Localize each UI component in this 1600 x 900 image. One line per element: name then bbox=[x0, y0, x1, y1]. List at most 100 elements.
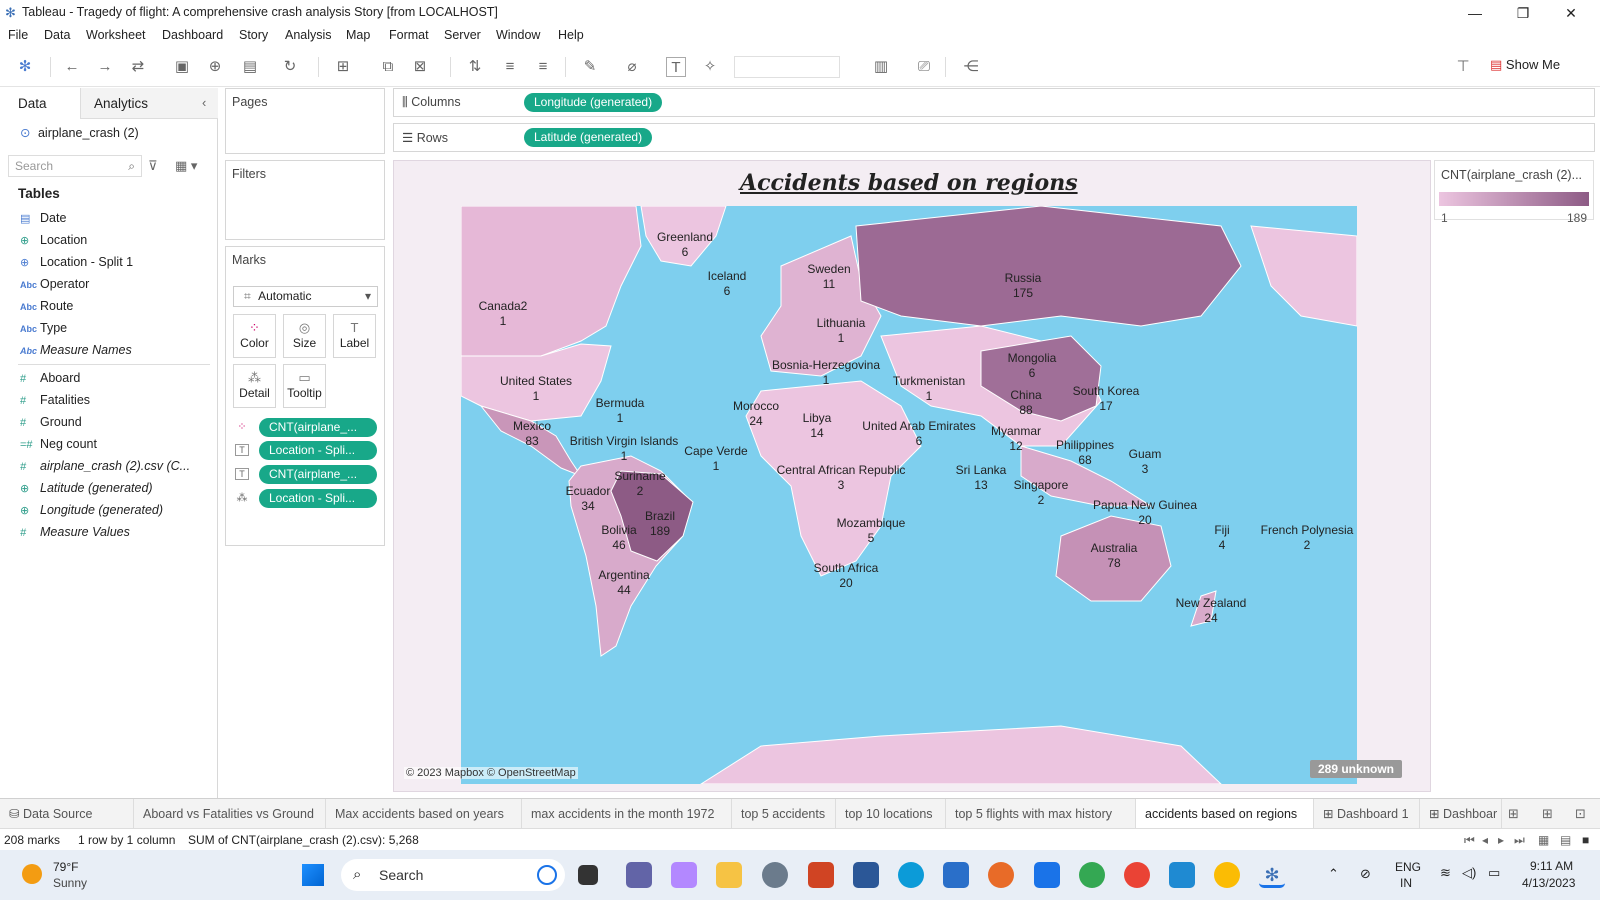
swap-rows-columns-icon[interactable]: ⇅ bbox=[465, 57, 485, 77]
tableau-taskbar-icon[interactable]: ✻ bbox=[1259, 862, 1285, 888]
chrome-icon[interactable] bbox=[1079, 862, 1105, 888]
menu-map[interactable]: Map bbox=[346, 28, 370, 42]
new-story-tab-icon[interactable]: ⊡ bbox=[1575, 806, 1586, 822]
chrome-profile-icon[interactable] bbox=[1124, 862, 1150, 888]
field-location-split[interactable]: ⊕ Location - Split 1 bbox=[20, 252, 133, 272]
color-legend[interactable]: CNT(airplane_crash (2)... 1 189 bbox=[1434, 160, 1594, 225]
firefox-icon[interactable] bbox=[988, 862, 1014, 888]
lang-primary[interactable]: ENG bbox=[1395, 860, 1421, 874]
mark-type-dropdown[interactable]: ⌗ Automatic ▾ bbox=[233, 286, 378, 307]
filmstrip-icon[interactable]: ▤ bbox=[1560, 833, 1571, 847]
task-view-icon[interactable] bbox=[578, 865, 598, 885]
highlight-icon[interactable]: ✎ bbox=[580, 57, 600, 77]
chrome-icon-2[interactable] bbox=[1214, 862, 1240, 888]
field-longitude[interactable]: ⊕ Longitude (generated) bbox=[20, 500, 163, 520]
tray-chevron-icon[interactable]: ⌃ bbox=[1328, 866, 1339, 882]
tableau-home-icon[interactable]: ✻ bbox=[15, 57, 35, 77]
show-mark-labels-icon[interactable]: T bbox=[666, 57, 686, 77]
field-location[interactable]: ⊕ Location bbox=[20, 230, 87, 250]
tab-analytics[interactable]: Analytics bbox=[80, 88, 218, 119]
new-dashboard-tab-icon[interactable]: ⊞ bbox=[1542, 806, 1553, 822]
fix-axes-icon[interactable]: ✧ bbox=[700, 57, 720, 77]
file-explorer-icon[interactable] bbox=[716, 862, 742, 888]
pause-updates-icon[interactable]: ▤ bbox=[240, 57, 260, 77]
color-button[interactable]: ⁘ Color bbox=[233, 314, 276, 358]
color-pill[interactable]: CNT(airplane_... bbox=[259, 418, 377, 437]
prev-sheet-icon[interactable]: ◂ bbox=[1482, 833, 1488, 847]
filters-card[interactable]: Filters bbox=[225, 160, 385, 240]
columns-shelf[interactable]: ⫼ Columns Longitude (generated) bbox=[393, 88, 1595, 117]
tab-top-10-locations[interactable]: top 10 locations bbox=[836, 799, 946, 829]
columns-pill[interactable]: Longitude (generated) bbox=[524, 93, 663, 112]
presentation-mode-icon[interactable]: ⎚ bbox=[914, 57, 934, 77]
powerpoint-icon[interactable] bbox=[808, 862, 834, 888]
tab-accidents-regions[interactable]: accidents based on regions bbox=[1136, 799, 1314, 829]
redo-icon[interactable]: → bbox=[95, 57, 115, 77]
menu-analysis[interactable]: Analysis bbox=[285, 28, 332, 42]
new-datasource-icon[interactable]: ⊕ bbox=[205, 57, 225, 77]
new-worksheet-icon[interactable]: ⊞ bbox=[333, 57, 353, 77]
field-aboard[interactable]: # Aboard bbox=[20, 368, 80, 388]
view-options-icon[interactable]: ▦ ▾ bbox=[175, 158, 197, 174]
clock-date[interactable]: 4/13/2023 bbox=[1522, 876, 1575, 890]
pages-card[interactable]: Pages bbox=[225, 88, 385, 154]
menu-file[interactable]: File bbox=[8, 28, 28, 42]
clear-sheet-icon[interactable]: ⊠ bbox=[410, 57, 430, 77]
label-pill-count[interactable]: CNT(airplane_... bbox=[259, 465, 377, 484]
world-map[interactable]: Greenland 6 Iceland 6 Sweden 11 Russia 175 Canad… bbox=[461, 206, 1357, 784]
show-me-button[interactable]: ▤ Show Me bbox=[1490, 57, 1560, 73]
vscode-icon[interactable] bbox=[1169, 862, 1195, 888]
start-icon[interactable] bbox=[302, 864, 324, 886]
tray-network-icon[interactable]: ⊘ bbox=[1360, 866, 1371, 882]
tooltip-button[interactable]: ▭ Tooltip bbox=[283, 364, 326, 408]
tab-dashboard-2[interactable]: ⊞ Dashboar bbox=[1420, 799, 1502, 829]
snipping-tool-icon[interactable] bbox=[671, 862, 697, 888]
clock-time[interactable]: 9:11 AM bbox=[1530, 859, 1573, 873]
tab-max-accidents-years[interactable]: Max accidents based on years bbox=[326, 799, 522, 829]
volume-icon[interactable]: ◁) bbox=[1462, 865, 1476, 881]
sort-ascending-icon[interactable]: ≡ bbox=[500, 57, 520, 77]
menu-format[interactable]: Format bbox=[389, 28, 429, 42]
word-icon[interactable] bbox=[853, 862, 879, 888]
menu-server[interactable]: Server bbox=[444, 28, 481, 42]
refresh-icon[interactable]: ↻ bbox=[280, 57, 300, 77]
field-date[interactable]: ▤ Date bbox=[20, 208, 66, 228]
close-icon[interactable]: ✕ bbox=[1548, 2, 1594, 24]
menu-story[interactable]: Story bbox=[239, 28, 268, 42]
menu-window[interactable]: Window bbox=[496, 28, 540, 42]
field-record-count[interactable]: # airplane_crash (2).csv (C... bbox=[20, 456, 190, 476]
unknown-indicator[interactable]: 289 unknown bbox=[1310, 760, 1403, 778]
show-cards-icon[interactable]: ▥ bbox=[871, 57, 891, 77]
sort-descending-icon[interactable]: ≡ bbox=[533, 57, 553, 77]
label-pill-location[interactable]: Location - Spli... bbox=[259, 441, 377, 460]
edge-icon[interactable] bbox=[898, 862, 924, 888]
field-ground[interactable]: # Ground bbox=[20, 412, 82, 432]
fit-dropdown[interactable] bbox=[734, 56, 840, 78]
duplicate-sheet-icon[interactable]: ⧉ bbox=[378, 57, 398, 77]
new-worksheet-tab-icon[interactable]: ⊞ bbox=[1508, 806, 1519, 822]
group-members-icon[interactable]: ⌀ bbox=[622, 57, 642, 77]
tab-top-5-flights[interactable]: top 5 flights with max history bbox=[946, 799, 1136, 829]
tab-aboard-fatalities[interactable]: Aboard vs Fatalities vs Ground bbox=[134, 799, 326, 829]
last-sheet-icon[interactable]: ⏭ bbox=[1514, 833, 1525, 848]
settings-icon[interactable] bbox=[762, 862, 788, 888]
share-icon[interactable]: ⋲ bbox=[961, 57, 981, 77]
field-neg-count[interactable]: =# Neg count bbox=[20, 434, 97, 454]
menu-data[interactable]: Data bbox=[44, 28, 70, 42]
teams-icon[interactable] bbox=[626, 862, 652, 888]
size-button[interactable]: ◎ Size bbox=[283, 314, 326, 358]
field-measure-names[interactable]: Abc Measure Names bbox=[20, 340, 132, 360]
weather-icon[interactable] bbox=[22, 864, 42, 884]
menu-worksheet[interactable]: Worksheet bbox=[86, 28, 146, 42]
detail-button[interactable]: ⁂ Detail bbox=[233, 364, 276, 408]
tab-data-source[interactable]: ⛁ Data Source bbox=[0, 799, 134, 829]
label-button[interactable]: T Label bbox=[333, 314, 376, 358]
tab-top-5-accidents[interactable]: top 5 accidents bbox=[732, 799, 836, 829]
collapse-pane-icon[interactable]: ‹ bbox=[202, 95, 206, 110]
next-sheet-icon[interactable]: ▸ bbox=[1498, 833, 1504, 847]
menu-help[interactable]: Help bbox=[558, 28, 584, 42]
filter-fields-icon[interactable]: ⊽ bbox=[148, 158, 158, 174]
field-route[interactable]: Abc Route bbox=[20, 296, 73, 316]
tab-dashboard-1[interactable]: ⊞ Dashboard 1 bbox=[1314, 799, 1420, 829]
rows-shelf[interactable]: ☰ Rows Latitude (generated) bbox=[393, 123, 1595, 152]
